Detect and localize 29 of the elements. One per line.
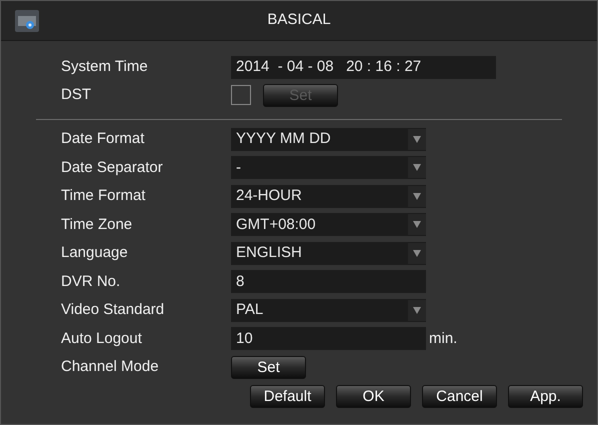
dialog-button[interactable]: OK [336,384,411,408]
setting-label: Channel Mode [61,357,160,377]
dialog-button[interactable]: App. [508,384,583,408]
checkbox[interactable] [231,85,251,105]
dialog-button[interactable]: Default [250,384,325,408]
dropdown[interactable]: - [231,156,426,180]
input-field[interactable]: 10 [231,327,426,350]
setting-label: Time Format [61,186,146,206]
setting-label: Auto Logout [61,328,143,348]
dropdown[interactable]: YYYY MM DD [231,128,426,151]
window-title: BASICAL [267,10,331,30]
setting-label: Date Separator [61,158,164,178]
dropdown[interactable]: GMT+08:00 [231,213,426,236]
setting-label: Language [61,243,129,263]
setting-label: Date Format [61,129,146,149]
dropdown[interactable]: 24-HOUR [231,184,426,208]
system-time-field[interactable]: 2014 - 04 - 08 20 : 16 : 27 [231,56,496,78]
input-field[interactable]: 8 [231,270,426,294]
dialog-button[interactable]: Cancel [422,384,497,408]
setting-label: DVR No. [61,272,122,292]
setting-label: Time Zone [61,214,134,234]
settings-folder-icon [15,10,39,32]
set-button[interactable]: Set [231,356,306,379]
setting-label: DST [61,84,92,105]
unit-label: min. [429,328,458,348]
setting-label: System Time [61,56,149,77]
dropdown[interactable]: PAL [231,298,426,322]
dropdown[interactable]: ENGLISH [231,242,426,265]
setting-label: Video Standard [61,300,166,320]
